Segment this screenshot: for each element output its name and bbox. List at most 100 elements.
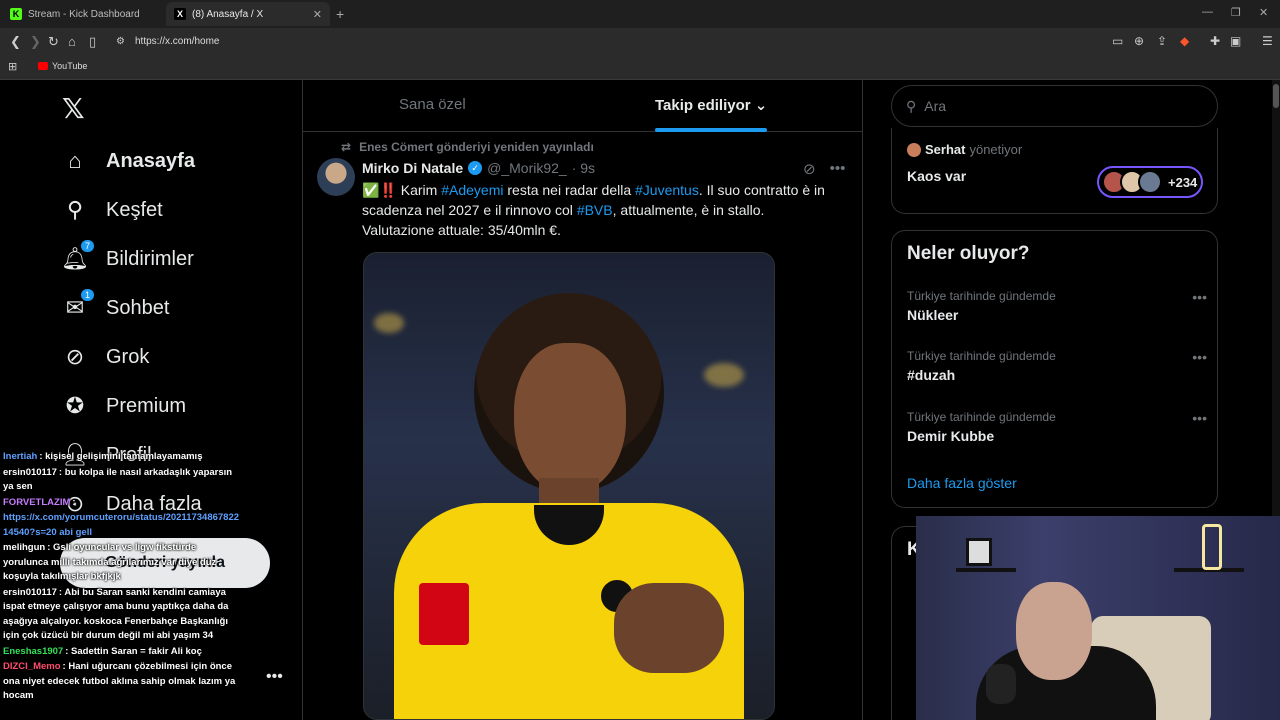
- trend-context: Türkiye tarihinde gündemde: [907, 349, 1056, 363]
- tweet-photo[interactable]: [363, 252, 775, 720]
- chat-link[interactable]: https://x.com/yorumcuteroru/status/20211…: [3, 512, 239, 538]
- trend-item[interactable]: Türkiye tarihinde gündemde Nükleer •••: [907, 289, 1207, 323]
- bookmark-icon[interactable]: ▯: [89, 34, 96, 50]
- tab-for-you[interactable]: Sana özel: [399, 96, 466, 113]
- chevron-down-icon[interactable]: ⌄: [755, 97, 768, 114]
- nav-messages[interactable]: ✉ 1 Sohbet: [62, 289, 170, 321]
- avatar: [1138, 170, 1162, 194]
- close-window-icon[interactable]: ✕: [1259, 6, 1268, 19]
- nav-label: Keşfet: [106, 198, 163, 221]
- menu-icon[interactable]: ☰: [1262, 34, 1273, 48]
- scrollbar-thumb[interactable]: [1273, 84, 1279, 108]
- more-icon[interactable]: •••: [1192, 410, 1207, 426]
- verified-icon: ✓: [468, 161, 483, 175]
- chat-message: melihgun: Gsli oyuncular vs ligw fikstür…: [3, 541, 240, 585]
- zoom-icon[interactable]: ⊕: [1134, 34, 1144, 48]
- nav-notifications[interactable]: 🔔︎ 7 Bildirimler: [61, 240, 194, 272]
- bell-icon: 🔔︎ 7: [61, 240, 94, 272]
- more-icon[interactable]: •••: [1192, 349, 1207, 365]
- restore-icon[interactable]: ❐: [1231, 6, 1241, 19]
- nav-grok[interactable]: ⊘ Grok: [62, 344, 150, 370]
- hashtag-link[interactable]: #BVB: [577, 202, 613, 218]
- nav-explore[interactable]: ⚲ Keşfet: [62, 197, 163, 223]
- main-feed: Sana özel Takip ediliyor ⌄ ⇄ Enes Cömert…: [303, 80, 862, 720]
- x-icon: X: [174, 8, 186, 20]
- community-members[interactable]: +234: [1097, 166, 1203, 198]
- nav-premium[interactable]: ✪ Premium: [62, 393, 186, 419]
- chat-username: Eneshas1907: [3, 645, 64, 657]
- nav-label: Sohbet: [106, 296, 170, 319]
- mail-icon: ✉ 1: [62, 289, 94, 321]
- tab-following[interactable]: Takip ediliyor ⌄: [655, 96, 767, 114]
- apps-grid-icon[interactable]: ⊞: [8, 60, 17, 73]
- x-logo-icon[interactable]: 𝕏: [62, 92, 85, 125]
- chat-message: https://x.com/yorumcuteroru/status/20211…: [3, 511, 240, 540]
- community-card[interactable]: Serhat yönetiyor Kaos var +234: [891, 128, 1218, 214]
- cast-icon[interactable]: ▭: [1112, 34, 1123, 48]
- show-more-link[interactable]: Daha fazla göster: [907, 475, 1017, 491]
- chat-message: Eneshas1907: Sadettin Saran = fakir Ali …: [3, 645, 240, 660]
- notification-badge: 7: [80, 240, 94, 252]
- more-icon[interactable]: •••: [830, 160, 846, 178]
- trends-title: Neler oluyor?: [907, 243, 1030, 264]
- more-icon[interactable]: •••: [1192, 289, 1207, 305]
- photo-frame: [966, 538, 992, 566]
- site-info-icon[interactable]: ⚙: [116, 36, 125, 47]
- message-badge: 1: [80, 289, 94, 301]
- extensions-icon[interactable]: ✚: [1210, 34, 1220, 48]
- community-title[interactable]: Kaos var: [907, 168, 966, 184]
- back-icon[interactable]: ❮: [10, 34, 21, 50]
- moderator-name[interactable]: Serhat: [925, 142, 965, 157]
- grok-icon: ⊘: [65, 344, 85, 369]
- wallet-icon[interactable]: ▣: [1230, 34, 1241, 48]
- url-field[interactable]: https://x.com/home: [135, 36, 219, 47]
- reload-icon[interactable]: ↻: [48, 34, 59, 50]
- member-count: +234: [1168, 174, 1198, 190]
- forward-icon[interactable]: ❯: [30, 34, 41, 50]
- trend-item[interactable]: Türkiye tarihinde gündemde #duzah •••: [907, 349, 1207, 383]
- new-tab-icon[interactable]: +: [336, 6, 344, 22]
- chat-message: DIZCI_Memo: Hani uğurcanı çözebilmesi iç…: [3, 660, 240, 704]
- tab-x-home[interactable]: X (8) Anasayfa / X ✕: [166, 2, 330, 26]
- chat-text: : kişisel gelişimini tamamlayamamış: [39, 451, 203, 462]
- trend-name: Nükleer: [907, 307, 959, 323]
- nav-home[interactable]: ⌂ Anasayfa: [62, 148, 195, 174]
- text-segment: Karim: [396, 182, 442, 198]
- minimize-icon[interactable]: —: [1202, 6, 1213, 18]
- chat-message: Inertiah: kişisel gelişimini tamamlayama…: [3, 450, 240, 465]
- search-input[interactable]: ⚲ Ara: [891, 85, 1218, 127]
- author-handle[interactable]: @_Morik92_: [487, 160, 567, 176]
- tweet-time[interactable]: · 9s: [572, 160, 595, 176]
- share-icon[interactable]: ⇪: [1157, 34, 1167, 48]
- webcam-overlay: [916, 516, 1280, 720]
- trend-item[interactable]: Türkiye tarihinde gündemde Demir Kubbe •…: [907, 410, 1207, 444]
- repost-context[interactable]: ⇄ Enes Cömert gönderiyi yeniden yayınlad…: [341, 140, 594, 154]
- chat-username: FORVETLAZIM: [3, 496, 71, 508]
- nav-label: Premium: [106, 394, 187, 417]
- chat-username: ersin010117: [3, 466, 57, 478]
- close-tab-icon[interactable]: ✕: [313, 8, 322, 21]
- stadium-light: [704, 363, 744, 387]
- bookmark-youtube[interactable]: YouTube: [38, 61, 87, 71]
- hashtag-link[interactable]: #Juventus: [635, 182, 699, 198]
- streamer-head: [1016, 582, 1092, 680]
- stadium-light: [374, 313, 404, 333]
- tweet-header: Mirko Di Natale ✓ @_Morik92_ · 9s: [362, 160, 595, 176]
- tab-kick-dashboard[interactable]: K Stream - Kick Dashboard: [2, 2, 162, 26]
- chat-username: Inertiah: [3, 451, 38, 462]
- bookmarks-bar: ⊞ YouTube: [0, 56, 1280, 80]
- bundesliga-patch: [419, 583, 469, 645]
- author-name[interactable]: Mirko Di Natale: [362, 160, 463, 176]
- premium-icon: ✪: [65, 393, 85, 418]
- neon-light: [1202, 524, 1222, 570]
- home-icon[interactable]: ⌂: [68, 34, 76, 49]
- avatar[interactable]: [317, 158, 355, 196]
- grok-icon[interactable]: ⊘: [803, 160, 816, 178]
- chat-username: melihgun: [3, 542, 46, 553]
- hashtag-link[interactable]: #Adeyemi: [441, 182, 503, 198]
- chat-message: ersin010117: Abi bu Saran sanki kendini …: [3, 586, 240, 644]
- brave-shield-icon[interactable]: ◆: [1180, 34, 1189, 48]
- trend-context: Türkiye tarihinde gündemde: [907, 289, 1056, 303]
- kick-icon: K: [10, 8, 22, 20]
- account-more-icon[interactable]: •••: [266, 668, 283, 686]
